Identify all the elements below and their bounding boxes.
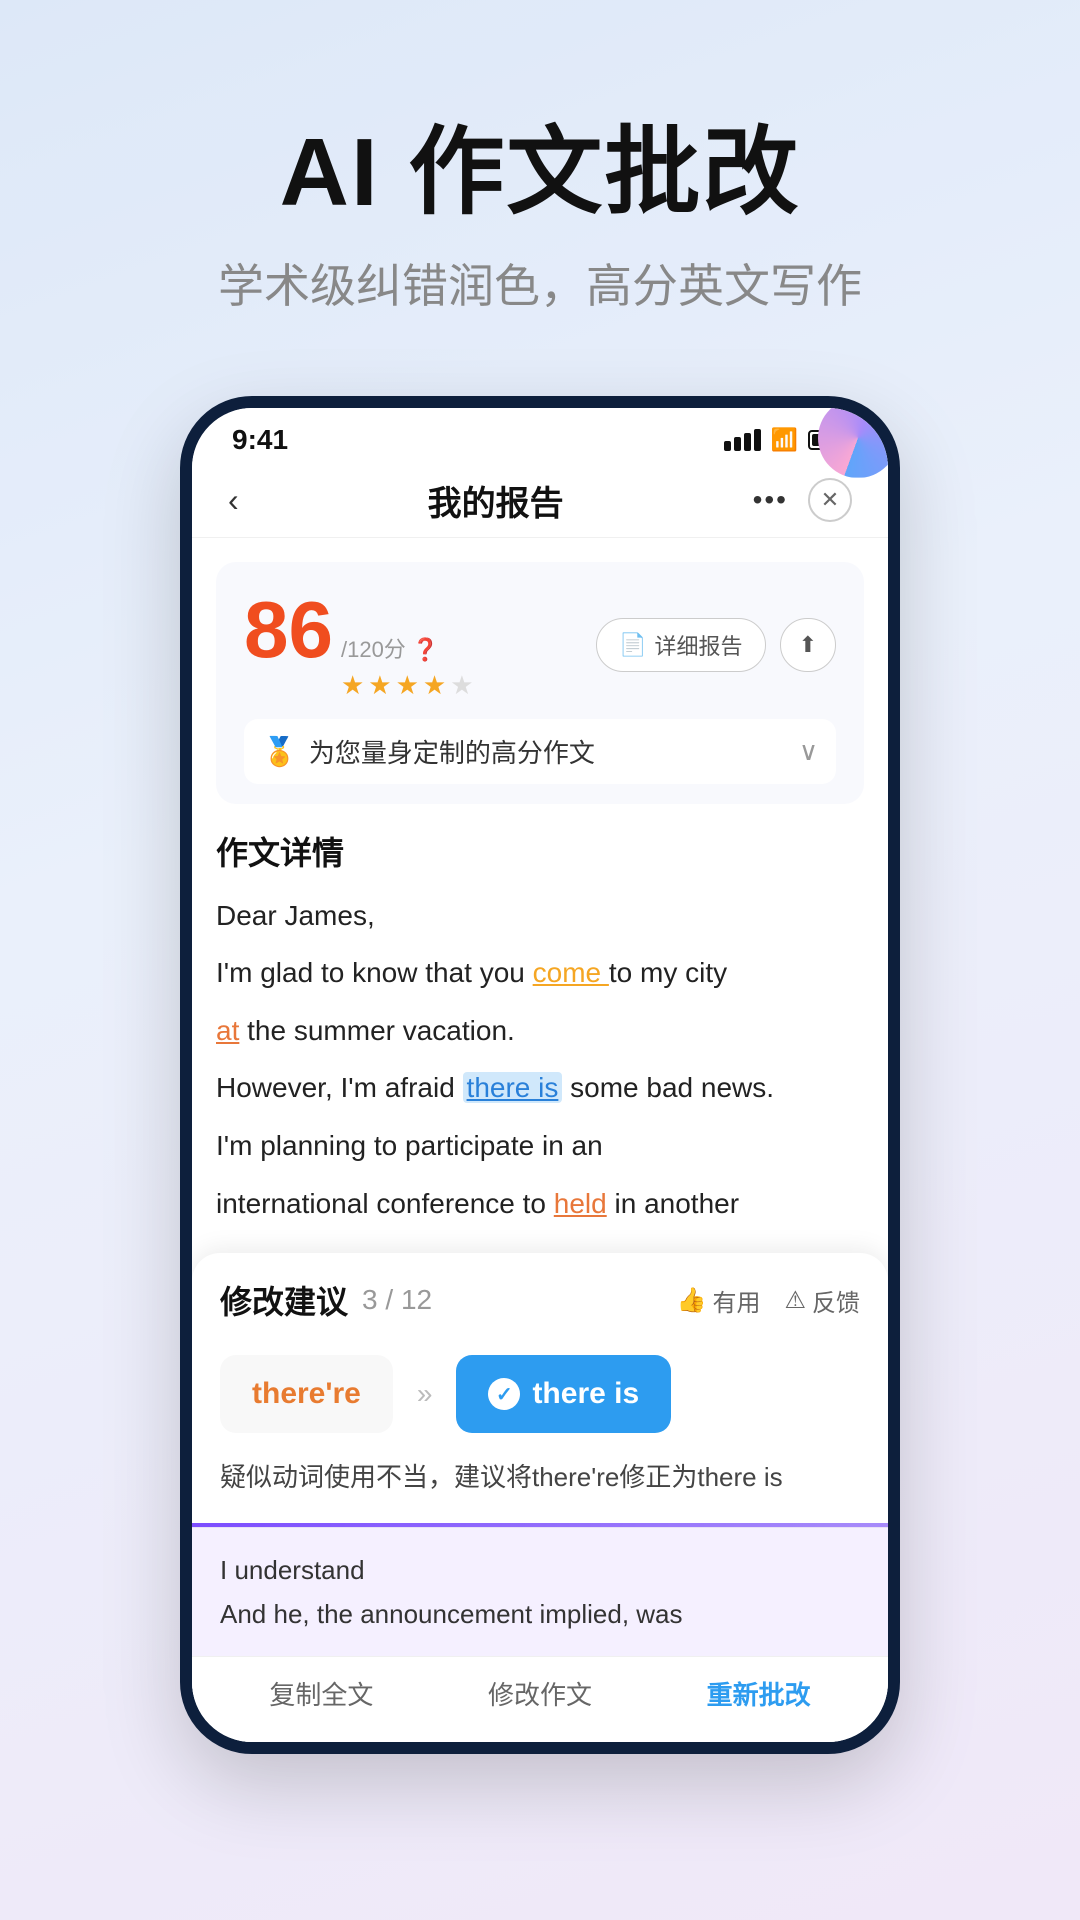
correction-original: there're [220,1355,393,1433]
hero-subtitle: 学术级纠错润色，高分英文写作 [60,250,1020,316]
thumbs-up-icon: 👍 [677,1286,707,1315]
battery-icon [808,430,848,450]
hero-section: AI 作文批改 学术级纠错润色，高分英文写作 [0,0,1080,376]
correction-held: held [554,1188,607,1219]
bottom-panel: 修改建议 3 / 12 👍 有用 ⚠ 反馈 [192,1253,888,1742]
essay-line-4: However, I'm afraid there is some bad ne… [216,1064,864,1112]
arrow-icon: » [417,1378,433,1410]
tip-text: 为您量身定制的高分作文 [309,733,595,770]
suggestion-title-row: 修改建议 3 / 12 [220,1277,432,1323]
correction-suggested[interactable]: ✓ there is [456,1355,671,1433]
score-left: 86 /120分 ❓ ★ ★ ★ ★ ★ [244,590,474,701]
useful-button[interactable]: 👍 有用 [677,1283,761,1318]
suggestion-title: 修改建议 [220,1277,348,1323]
status-time: 9:41 [232,424,288,456]
tip-icon: 🏅 [262,735,297,768]
star-2: ★ [368,670,391,701]
score-max: /120分 ❓ [341,632,474,664]
essay-line-5: I'm planning to participate in an [216,1122,864,1170]
bottom-extra: I understand And he, the announcement im… [192,1527,888,1656]
status-icons: 📶 [724,427,848,453]
correction-there-is: there is [463,1072,563,1103]
star-5: ★ [450,670,473,701]
nav-bar: ‹ 我的报告 ••• ✕ [192,464,888,538]
feedback-button[interactable]: ⚠ 反馈 [784,1283,860,1318]
extra-line-1: I understand [220,1548,860,1592]
essay-line-6: international conference to held in anot… [216,1180,864,1228]
essay-line-2: I'm glad to know that you come to my cit… [216,949,864,997]
check-icon: ✓ [488,1378,520,1410]
back-button[interactable]: ‹ [228,482,239,519]
essay-text: Dear James, I'm glad to know that you co… [216,892,864,1228]
correction-row: there're » ✓ there is [192,1339,888,1453]
correction-come: come [533,957,609,988]
suggestion-count: 3 / 12 [362,1284,432,1316]
more-options-button[interactable]: ••• [753,484,788,516]
score-number: 86 [244,590,333,670]
essay-section: 作文详情 Dear James, I'm glad to know that y… [192,804,888,1254]
score-row: 86 /120分 ❓ ★ ★ ★ ★ ★ 📄 [244,590,836,701]
star-3: ★ [396,670,419,701]
extra-line-2: And he, the announcement implied, was [220,1592,860,1636]
star-1: ★ [341,670,364,701]
essay-line-3: at the summer vacation. [216,1007,864,1055]
signal-icon [724,429,761,451]
wifi-icon: 📶 [771,427,798,453]
close-button[interactable]: ✕ [808,478,852,522]
star-4: ★ [423,670,446,701]
tip-left: 🏅 为您量身定制的高分作文 [262,733,595,770]
score-meta: /120分 ❓ ★ ★ ★ ★ ★ [341,632,474,701]
section-title: 作文详情 [216,828,864,874]
nav-right: ••• ✕ [753,478,852,522]
essay-line-1: Dear James, [216,892,864,940]
tip-arrow: ∨ [799,736,818,767]
score-stars: ★ ★ ★ ★ ★ [341,670,474,701]
phone-container: 9:41 📶 ‹ 我的报告 ••• ✕ [0,396,1080,1755]
score-tip[interactable]: 🏅 为您量身定制的高分作文 ∨ [244,719,836,784]
edit-button[interactable]: 修改作文 [488,1675,592,1712]
suggestion-header: 修改建议 3 / 12 👍 有用 ⚠ 反馈 [192,1253,888,1339]
correction-at: at [216,1015,239,1046]
status-bar: 9:41 📶 [192,408,888,464]
share-button[interactable]: ⬆ [780,618,836,672]
hero-title: AI 作文批改 [60,120,1020,226]
report-icon: 📄 [619,632,646,658]
suggestion-actions: 👍 有用 ⚠ 反馈 [677,1283,860,1318]
resubmit-button[interactable]: 重新批改 [707,1675,811,1712]
feedback-icon: ⚠ [784,1286,806,1315]
phone-frame: 9:41 📶 ‹ 我的报告 ••• ✕ [180,396,900,1755]
nav-title: 我的报告 [428,476,564,525]
bottom-actions: 复制全文 修改作文 重新批改 [192,1656,888,1742]
explanation: 疑似动词使用不当，建议将there're修正为there is [192,1453,888,1523]
score-buttons: 📄 详细报告 ⬆ [596,618,836,672]
report-button[interactable]: 📄 详细报告 [596,618,765,672]
score-card: 86 /120分 ❓ ★ ★ ★ ★ ★ 📄 [216,562,864,804]
copy-button[interactable]: 复制全文 [269,1675,373,1712]
